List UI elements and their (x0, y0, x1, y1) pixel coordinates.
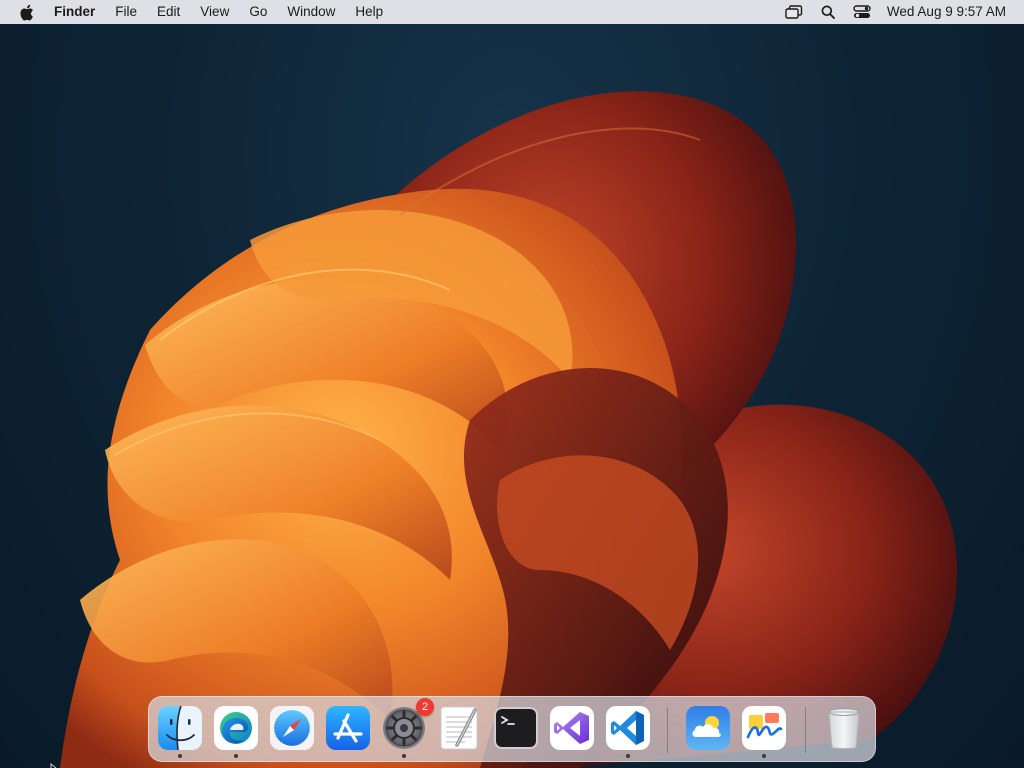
dock-terminal[interactable] (493, 705, 539, 751)
dock-edge[interactable] (213, 705, 259, 758)
weather-icon (686, 706, 730, 750)
dock-finder[interactable] (157, 705, 203, 758)
menu-go[interactable]: Go (239, 0, 277, 24)
visual-studio-icon (550, 706, 594, 750)
finder-icon (158, 705, 202, 751)
dock-app-store[interactable] (325, 705, 371, 751)
dock-weather[interactable] (685, 705, 731, 751)
notification-badge: 2 (416, 698, 434, 716)
dock-textedit[interactable] (437, 705, 483, 751)
wallpaper-bloom-graphic (60, 91, 958, 768)
running-indicator (178, 754, 182, 758)
dock-visual-studio[interactable] (549, 705, 595, 751)
running-indicator (402, 754, 406, 758)
dock-separator (667, 707, 668, 753)
menu-file[interactable]: File (105, 0, 147, 24)
menu-help[interactable]: Help (345, 0, 393, 24)
dock-freeform[interactable] (741, 705, 787, 758)
safari-icon (270, 706, 314, 750)
dock: 2 (148, 696, 876, 762)
terminal-icon (494, 707, 538, 749)
control-center-icon[interactable] (845, 0, 879, 24)
menu-edit[interactable]: Edit (147, 0, 190, 24)
vscode-icon (606, 706, 650, 750)
screen-mirroring-icon[interactable] (777, 0, 811, 24)
trash-icon (828, 708, 860, 749)
edge-icon (214, 706, 258, 750)
freeform-icon (742, 706, 786, 750)
menu-window[interactable]: Window (277, 0, 345, 24)
apple-logo-icon[interactable] (0, 0, 52, 24)
running-indicator (234, 754, 238, 758)
running-indicator (762, 754, 766, 758)
menu-app-name[interactable]: Finder (52, 0, 105, 24)
mouse-pointer-icon (50, 760, 60, 768)
dock-vscode[interactable] (605, 705, 651, 758)
dock-separator (805, 707, 806, 753)
dock-system-settings[interactable]: 2 (381, 698, 434, 758)
desktop-wallpaper (0, 0, 1024, 768)
running-indicator (626, 754, 630, 758)
dock-safari[interactable] (269, 705, 315, 751)
menu-bar-clock[interactable]: Wed Aug 9 9:57 AM (879, 0, 1024, 24)
app-store-icon (326, 706, 370, 750)
textedit-icon (440, 706, 478, 750)
dock-trash[interactable] (821, 705, 867, 751)
spotlight-search-icon[interactable] (811, 0, 845, 24)
menu-view[interactable]: View (190, 0, 239, 24)
menu-bar: Finder File Edit View Go Window Help Wed… (0, 0, 1024, 24)
